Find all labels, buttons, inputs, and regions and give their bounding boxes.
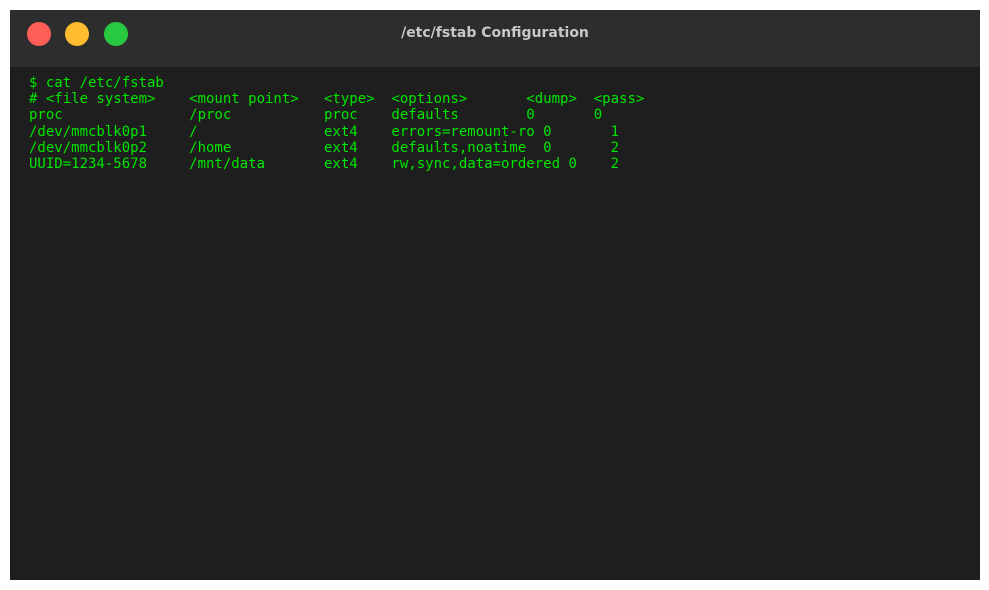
fstab-entry-home: /dev/mmcblk0p2 /home ext4 defaults,noati…: [29, 139, 620, 156]
title-bar[interactable]: /etc/fstab Configuration: [10, 10, 980, 67]
window-title: /etc/fstab Configuration: [401, 25, 589, 41]
fstab-header-line: # <file system> <mount point> <type> <op…: [29, 91, 645, 108]
command-line: $ cat /etc/fstab: [29, 75, 164, 91]
fstab-entry-proc: proc /proc proc defaults 0 0: [29, 107, 603, 124]
terminal-window: /etc/fstab Configuration $ cat /etc/fsta…: [10, 10, 980, 580]
fstab-entry-data: UUID=1234-5678 /mnt/data ext4 rw,sync,da…: [29, 156, 620, 173]
terminal-output[interactable]: $ cat /etc/fstab # <file system> <mount p…: [29, 75, 970, 570]
fstab-entry-root: /dev/mmcblk0p1 / ext4 errors=remount-ro …: [29, 123, 620, 140]
